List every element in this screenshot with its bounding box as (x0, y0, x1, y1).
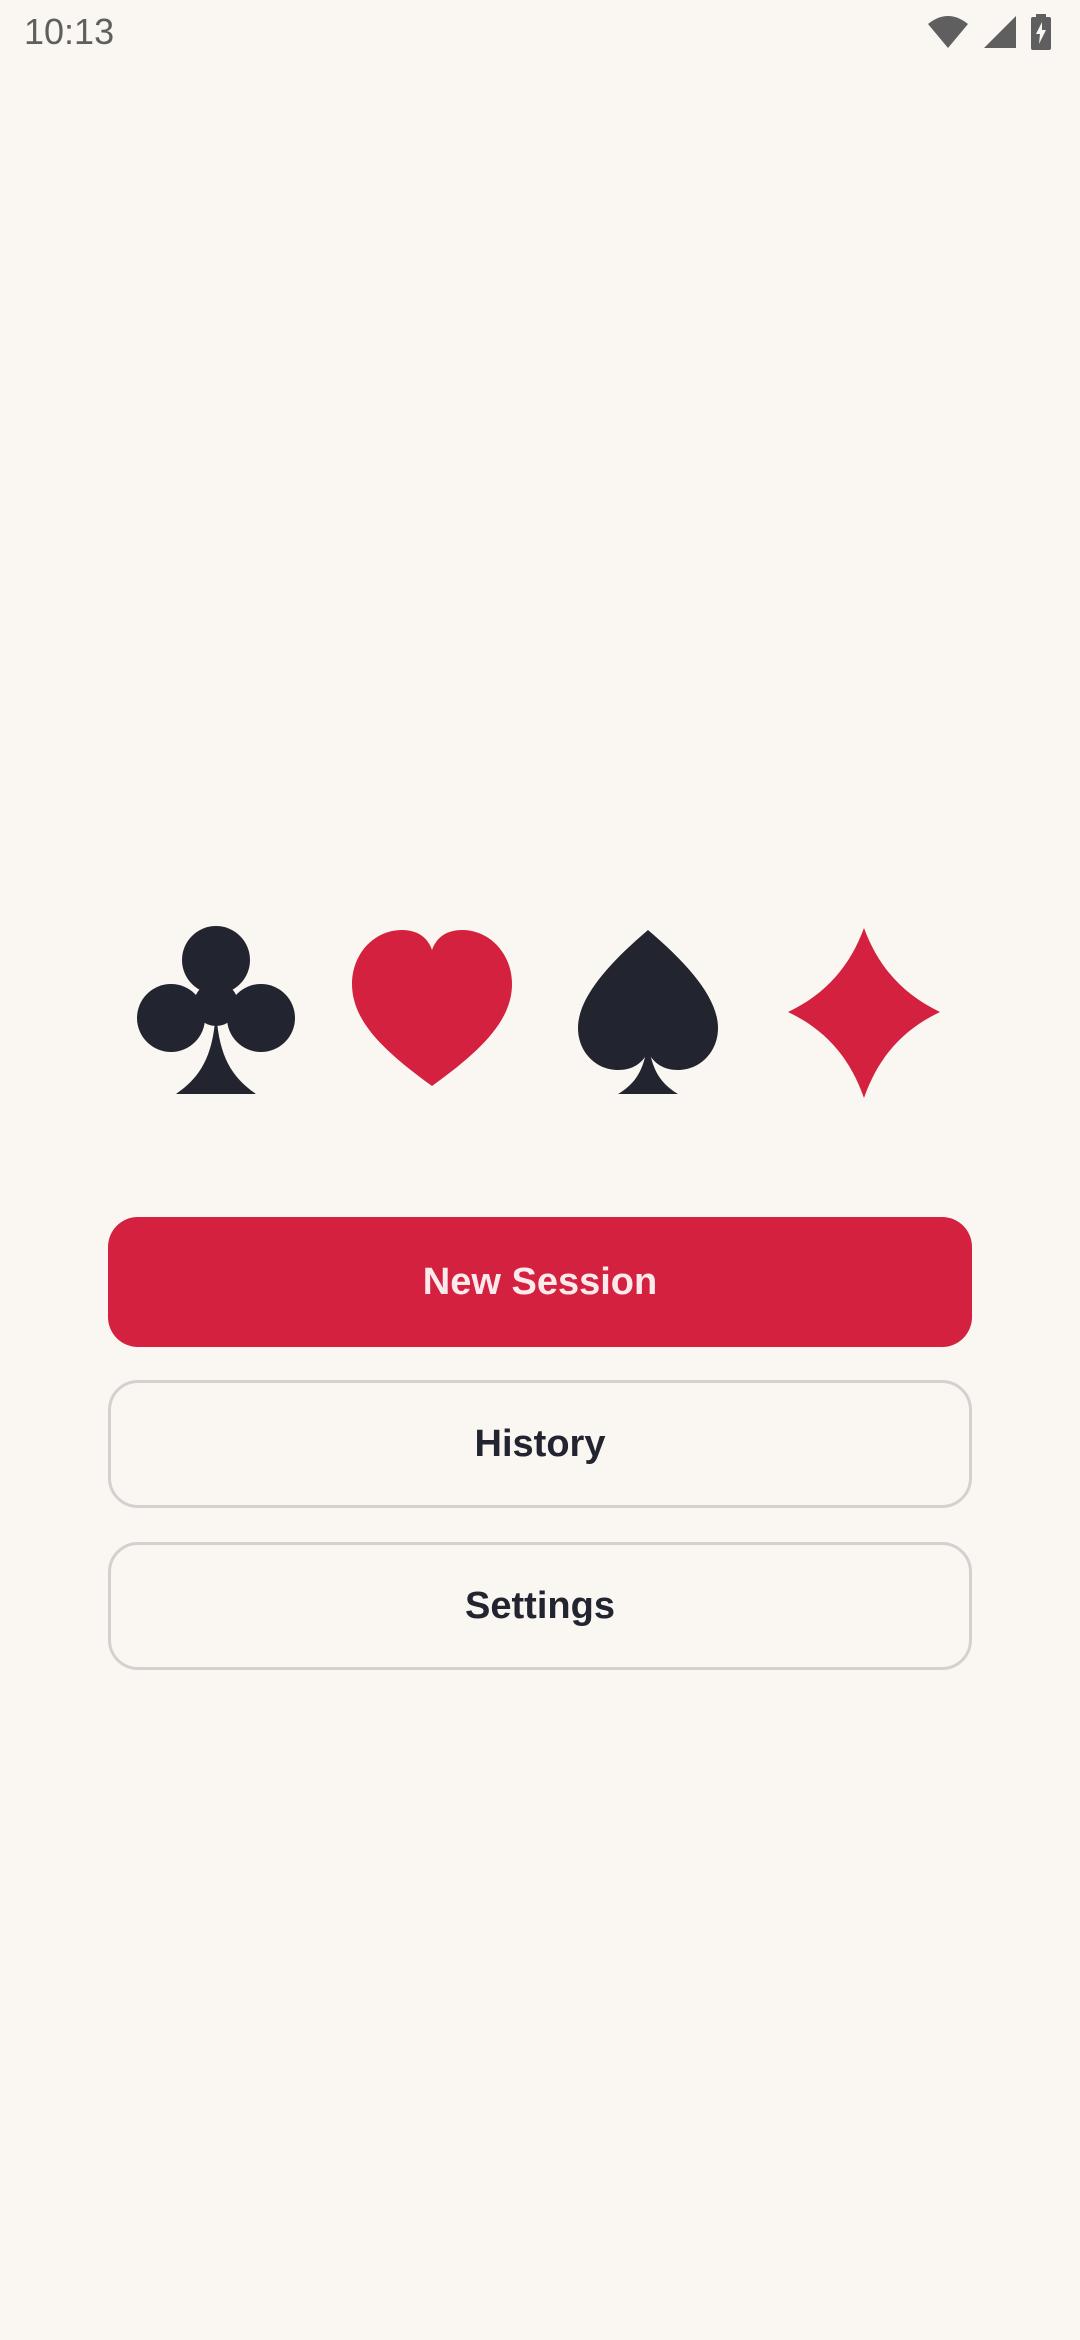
history-button[interactable]: History (108, 1380, 972, 1508)
wifi-icon (926, 14, 970, 50)
new-session-button[interactable]: New Session (108, 1217, 972, 1347)
settings-button[interactable]: Settings (108, 1542, 972, 1670)
status-bar: 10:13 (0, 0, 1080, 64)
heart-icon (342, 924, 522, 1104)
club-icon (126, 924, 306, 1104)
battery-charging-icon (1030, 14, 1052, 50)
status-icons (926, 12, 1052, 52)
suit-row (0, 924, 1080, 1104)
cell-signal-icon (982, 14, 1018, 50)
status-time: 10:13 (24, 11, 115, 52)
home-screen: 10:13 New Session History Settings (0, 0, 1080, 2340)
diamond-icon (774, 924, 954, 1104)
spade-icon (558, 924, 738, 1104)
